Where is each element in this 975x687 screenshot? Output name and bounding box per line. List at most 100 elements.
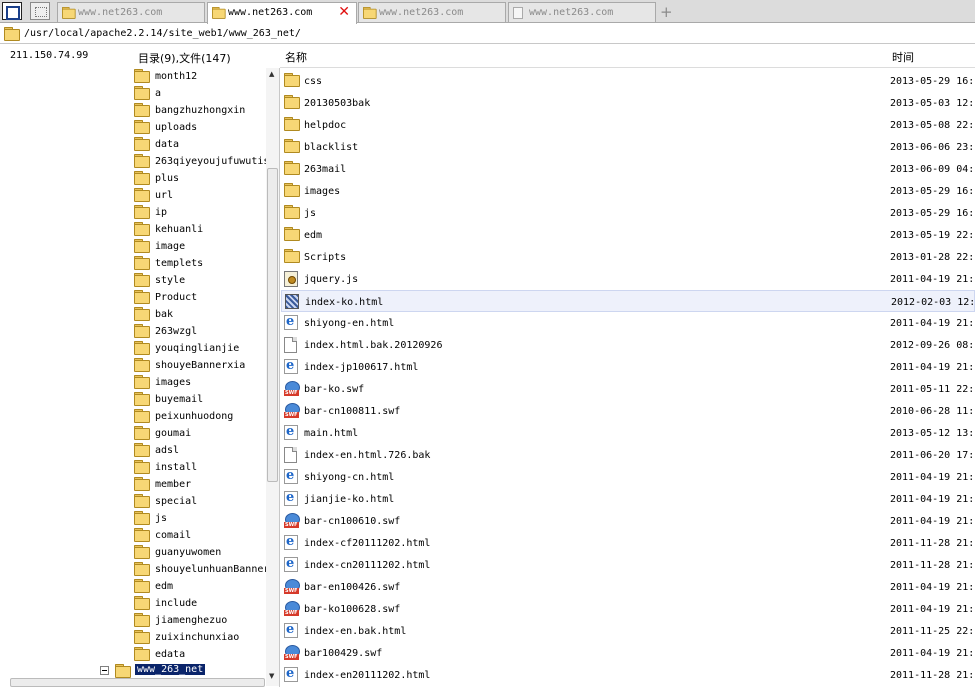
file-row[interactable]: index-en.bak.html 2011-11-25 22: xyxy=(281,620,975,642)
file-time: 2010-06-28 11: xyxy=(890,406,975,417)
file-row[interactable]: index-cf20111202.html 2011-11-28 21: xyxy=(281,532,975,554)
file-time: 2012-09-26 08: xyxy=(890,340,975,351)
tab-1[interactable]: www.net263.com xyxy=(57,2,205,22)
folder-icon xyxy=(134,477,150,491)
file-row[interactable]: js 2013-05-29 16: xyxy=(281,202,975,224)
file-row[interactable]: index-en20111202.html 2011-11-28 21: xyxy=(281,664,975,686)
tree-item-label: comail xyxy=(155,530,192,541)
file-name: js xyxy=(304,208,317,219)
tree-item-label: url xyxy=(155,190,174,201)
path-bar[interactable]: /usr/local/apache2.2.14/site_web1/www_26… xyxy=(0,24,975,44)
file-row[interactable]: bar100429.swf 2011-04-19 21: xyxy=(281,642,975,664)
file-row[interactable]: shiyong-cn.html 2011-04-19 21: xyxy=(281,466,975,488)
tree-item-label: ip xyxy=(155,207,168,218)
file-name: bar-cn100811.swf xyxy=(304,406,401,417)
tab-label: www.net263.com xyxy=(379,7,464,18)
tree-vertical-scrollbar[interactable]: ▲ ▼ xyxy=(266,68,279,686)
tree-item-label: zuixinchunxiao xyxy=(155,632,240,643)
directory-tree: month12 a bangzhuzhongxin uploads data 263qiy… xyxy=(0,68,280,687)
file-time: 2011-04-19 21: xyxy=(890,274,975,285)
close-icon[interactable]: ✕ xyxy=(338,5,350,19)
file-time: 2011-11-28 21: xyxy=(890,560,975,571)
add-tab-button[interactable]: + xyxy=(660,3,673,21)
file-row[interactable]: index-cn20111202.html 2011-11-28 21: xyxy=(281,554,975,576)
folder-icon xyxy=(284,205,300,219)
file-row[interactable]: index-ko.html 2012-02-03 12: xyxy=(281,290,975,312)
tab-2[interactable]: www.net263.com ✕ xyxy=(207,2,357,24)
file-row[interactable]: Scripts 2013-01-28 22: xyxy=(281,246,975,268)
file-name: helpdoc xyxy=(304,120,347,131)
file-row[interactable]: shiyong-en.html 2011-04-19 21: xyxy=(281,312,975,334)
js-file-icon xyxy=(284,271,298,287)
folder-icon xyxy=(284,249,300,263)
file-row[interactable]: bar-cn100610.swf 2011-04-19 21: xyxy=(281,510,975,532)
file-name: jquery.js xyxy=(304,274,359,285)
file-row[interactable]: images 2013-05-29 16: xyxy=(281,180,975,202)
tree-item-label: bangzhuzhongxin xyxy=(155,105,246,116)
file-row[interactable]: index.html.bak.20120926 2012-09-26 08: xyxy=(281,334,975,356)
folder-icon xyxy=(134,579,150,593)
tab-3[interactable]: www.net263.com xyxy=(358,2,506,22)
file-row[interactable]: bar-cn100811.swf 2010-06-28 11: xyxy=(281,400,975,422)
folder-icon xyxy=(134,188,150,202)
file-time: 2011-05-11 22: xyxy=(890,384,975,395)
file-row[interactable]: main.html 2013-05-12 13: xyxy=(281,422,975,444)
file-row[interactable]: jquery.js 2011-04-19 21: xyxy=(281,268,975,290)
tree-item-label: youqinglianjie xyxy=(155,343,240,354)
scroll-down-arrow-icon[interactable]: ▼ xyxy=(269,672,274,680)
file-row[interactable]: index-en.html.726.bak 2011-06-20 17: xyxy=(281,444,975,466)
folder-icon xyxy=(134,443,150,457)
file-row[interactable]: 263mail 2013-06-09 04: xyxy=(281,158,975,180)
file-name: shiyong-cn.html xyxy=(304,472,395,483)
folder-icon xyxy=(284,183,300,197)
file-time: 2011-04-19 21: xyxy=(890,318,975,329)
file-name: index-cn20111202.html xyxy=(304,560,431,571)
html-file-icon xyxy=(284,534,298,550)
folder-icon xyxy=(134,273,150,287)
tree-item-label: a xyxy=(155,88,162,99)
file-time: 2011-04-19 21: xyxy=(890,604,975,615)
scroll-up-arrow-icon[interactable]: ▲ xyxy=(269,70,274,78)
file-row[interactable]: bar-ko.swf 2011-05-11 22: xyxy=(281,378,975,400)
tree-item-label: guanyuwomen xyxy=(155,547,222,558)
tree-item-label: month12 xyxy=(155,71,198,82)
tree-horizontal-scrollbar[interactable] xyxy=(10,678,265,687)
file-row[interactable]: 20130503bak 2013-05-03 12: xyxy=(281,92,975,114)
tree-item-label: jiamenghezuo xyxy=(155,615,228,626)
file-row[interactable]: edm 2013-05-19 22: xyxy=(281,224,975,246)
tree-item-label: special xyxy=(155,496,198,507)
html-file-icon xyxy=(284,468,298,484)
file-name: edm xyxy=(304,230,323,241)
file-name: bar100429.swf xyxy=(304,648,383,659)
tree-item-label: buyemail xyxy=(155,394,204,405)
swf-file-icon xyxy=(284,645,300,661)
tree-item-label: templets xyxy=(155,258,204,269)
window-menu-button[interactable] xyxy=(2,2,22,20)
collapse-icon[interactable] xyxy=(100,666,109,675)
folder-icon xyxy=(284,117,300,131)
file-row[interactable]: css 2013-05-29 16: xyxy=(281,70,975,92)
file-time: 2013-05-08 22: xyxy=(890,120,975,131)
file-row[interactable]: bar-ko100628.swf 2011-04-19 21: xyxy=(281,598,975,620)
tab-4[interactable]: www.net263.com xyxy=(508,2,656,22)
file-time: 2011-04-19 21: xyxy=(890,648,975,659)
file-row[interactable]: jianjie-ko.html 2011-04-19 21: xyxy=(281,488,975,510)
new-window-button[interactable] xyxy=(30,2,50,20)
file-row[interactable]: blacklist 2013-06-06 23: xyxy=(281,136,975,158)
scroll-thumb[interactable] xyxy=(267,168,278,482)
folder-icon xyxy=(134,256,150,270)
html-file-icon xyxy=(284,556,298,572)
file-time: 2011-04-19 21: xyxy=(890,582,975,593)
tree-item-label: image xyxy=(155,241,186,252)
file-name: 20130503bak xyxy=(304,98,371,109)
folder-icon xyxy=(284,73,300,87)
file-row[interactable]: index-jp100617.html 2011-04-19 21: xyxy=(281,356,975,378)
file-name: index-jp100617.html xyxy=(304,362,419,373)
file-icon xyxy=(284,337,297,353)
file-name: shiyong-en.html xyxy=(304,318,395,329)
file-name: index-en.bak.html xyxy=(304,626,407,637)
tree-item-label: 263qiyeyoujufuwutis xyxy=(155,156,270,167)
file-row[interactable]: helpdoc 2013-05-08 22: xyxy=(281,114,975,136)
file-row[interactable]: bar-en100426.swf 2011-04-19 21: xyxy=(281,576,975,598)
tree-item-label: install xyxy=(155,462,198,473)
